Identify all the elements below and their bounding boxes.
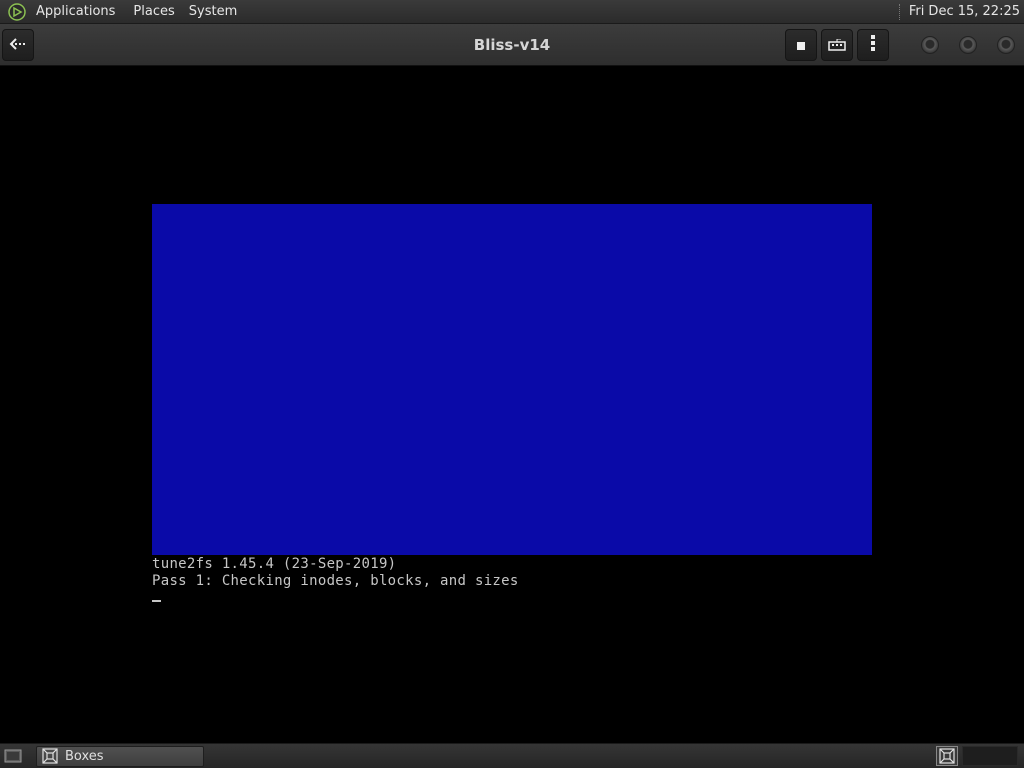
minimize-window-button[interactable] xyxy=(921,36,939,54)
console-cursor xyxy=(152,600,161,602)
close-window-button[interactable] xyxy=(997,36,1015,54)
top-panel: Applications Places System Fri Dec 15, 2… xyxy=(0,0,1024,24)
headerbar: Bliss-v14 xyxy=(0,24,1024,66)
stop-icon xyxy=(796,36,806,55)
workspace-1[interactable] xyxy=(936,746,958,766)
show-desktop-button[interactable] xyxy=(2,745,24,767)
menu-applications[interactable]: Applications xyxy=(32,2,119,21)
vertical-dots-icon xyxy=(870,34,876,56)
panel-separator xyxy=(898,3,901,20)
keyboard-button[interactable] xyxy=(821,29,853,61)
bottom-panel: Boxes xyxy=(0,743,1024,768)
keyboard-icon xyxy=(828,36,846,55)
vm-console-output: tune2fs 1.45.4 (23-Sep-2019) Pass 1: Chec… xyxy=(152,556,519,590)
boxes-app-icon xyxy=(939,748,955,764)
menu-system[interactable]: System xyxy=(185,2,241,21)
console-line: Pass 1: Checking inodes, blocks, and siz… xyxy=(152,573,519,589)
taskbar-item-boxes[interactable]: Boxes xyxy=(36,745,204,767)
back-button[interactable] xyxy=(2,29,34,61)
window-title: Bliss-v14 xyxy=(473,36,551,54)
boxes-app-icon xyxy=(41,747,59,765)
vm-boot-splash xyxy=(152,204,872,555)
maximize-window-button[interactable] xyxy=(959,36,977,54)
console-line: tune2fs 1.45.4 (23-Sep-2019) xyxy=(152,556,397,572)
taskbar-item-label: Boxes xyxy=(65,748,104,764)
mate-logo-icon[interactable] xyxy=(6,1,28,23)
menu-places[interactable]: Places xyxy=(129,2,178,21)
clock[interactable]: Fri Dec 15, 22:25 xyxy=(909,4,1020,19)
menu-button[interactable] xyxy=(857,29,889,61)
show-desktop-icon xyxy=(4,749,22,763)
back-arrow-icon xyxy=(9,36,27,55)
workspace-2[interactable] xyxy=(962,746,1018,766)
vm-display[interactable]: tune2fs 1.45.4 (23-Sep-2019) Pass 1: Chec… xyxy=(0,67,1024,742)
stop-button[interactable] xyxy=(785,29,817,61)
